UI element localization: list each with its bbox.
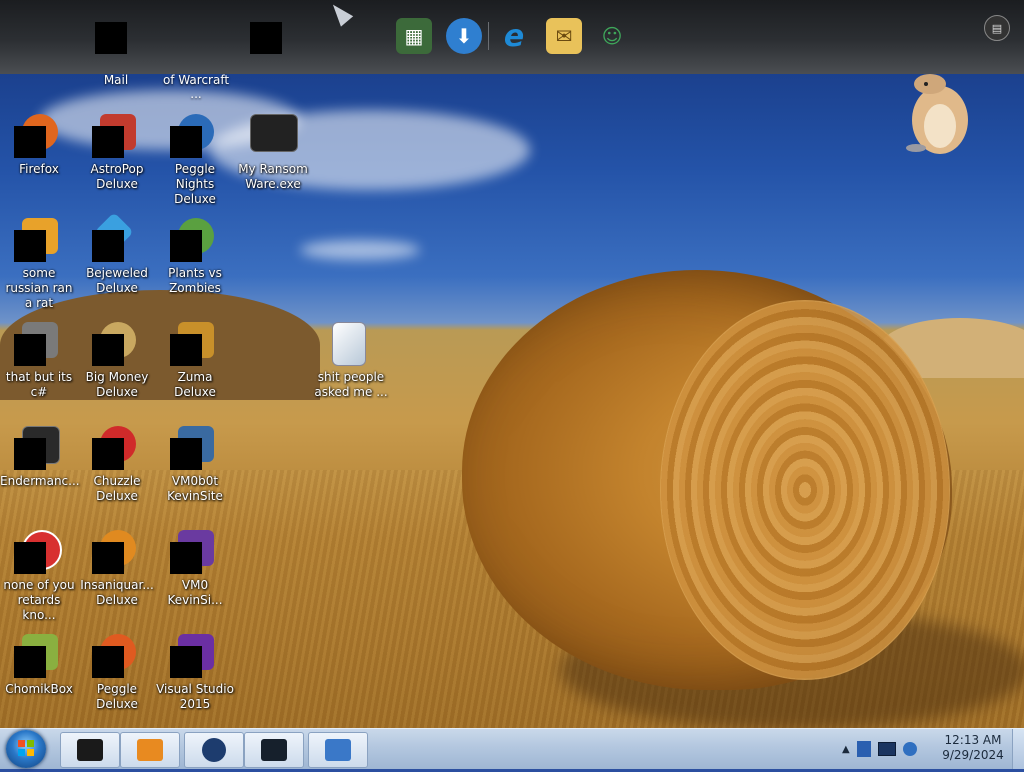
desktop-icon-label: AstroPop Deluxe (90, 162, 144, 191)
redacted-block (14, 542, 46, 574)
taskbar-globe[interactable] (184, 732, 244, 768)
desktop-icon-label: ChomikBox (5, 682, 73, 696)
desktop-icon-label: Insaniquar... Deluxe (80, 578, 154, 607)
desktop-icon-label: Peggle Deluxe (96, 682, 138, 711)
redacted-block (95, 22, 127, 54)
taskbar-media-player[interactable] (120, 732, 180, 768)
hamster-gadget-icon[interactable] (904, 70, 972, 156)
desktop-icon-label: My Ransom Ware.exe (238, 162, 308, 191)
desktop-icon-label: VM0b0t KevinSite (167, 474, 223, 503)
ghost-label-mail[interactable]: Mail (78, 73, 154, 87)
globe-icon (202, 738, 226, 762)
desktop-icon-astropop[interactable]: AstroPop Deluxe (78, 114, 156, 194)
desktop-icon-label: Endermanc... (0, 474, 80, 488)
desktop-icon-bejeweled[interactable]: Bejeweled Deluxe (78, 212, 156, 298)
redacted-block (250, 22, 282, 54)
desktop-icon-vm0b0t[interactable]: VM0b0t KevinSite (156, 426, 234, 506)
internet-explorer-icon[interactable]: e (496, 18, 532, 54)
desktop-icon-visual-studio[interactable]: Visual Studio 2015 (156, 634, 234, 714)
desktop-icon-peggle[interactable]: Peggle Deluxe (78, 634, 156, 714)
taskbar: ▲ 12:13 AM 9/29/2024 (0, 728, 1024, 769)
desktop-icon-label: shit people asked me ... (314, 370, 388, 399)
desktop-icon-label: some russian ran a rat (5, 266, 73, 310)
desktop-icon-russian-rat[interactable]: some russian ran a rat (0, 218, 78, 310)
desktop-icon-firefox[interactable]: Firefox (0, 114, 78, 194)
redacted-block (92, 126, 124, 158)
redacted-block (170, 126, 202, 158)
desktop-icon-label: Peggle Nights Deluxe (174, 162, 216, 206)
redacted-block (170, 230, 202, 262)
desktop-icon-label: Firefox (19, 162, 59, 176)
ie-download-icon[interactable]: ⬇ (446, 18, 482, 54)
cloud-shape (300, 240, 420, 260)
desktop-icon-pvz[interactable]: Plants vs Zombies (156, 218, 234, 298)
redacted-block (14, 646, 46, 678)
media-app-icon[interactable]: ▦ (396, 18, 432, 54)
keyboard-icon (325, 739, 351, 761)
desktop-icon-peggle-nights[interactable]: Peggle Nights Deluxe (156, 114, 234, 206)
top-dock: Mail of Warcraft ... ▦ ⬇ e ✉ ☺ ▤ (0, 0, 1024, 101)
console-app-icon (250, 114, 298, 152)
desktop-icon-label: that but its c# (5, 370, 73, 399)
desktop-icon-chuzzle[interactable]: Chuzzle Deluxe (78, 426, 156, 506)
desktop-icon-chomikbox[interactable]: ChomikBox (0, 634, 78, 714)
desktop-icon-label: none of you retards kno... (3, 578, 75, 622)
taskbar-app-black[interactable] (60, 732, 120, 768)
mail-envelope-icon[interactable]: ✉ (546, 18, 582, 54)
desktop-icon-label: Chuzzle Deluxe (93, 474, 141, 503)
desktop-icon-label: Big Money Deluxe (85, 370, 149, 399)
start-button[interactable] (6, 730, 46, 768)
redacted-block (170, 542, 202, 574)
desktop-icon-big-money[interactable]: Big Money Deluxe (78, 322, 156, 402)
display-icon[interactable] (877, 742, 896, 756)
desktop-icon-label: Zuma Deluxe (174, 370, 216, 399)
desktop-icon-endermanch[interactable]: Endermanc... (0, 426, 80, 506)
folder-document-icon (332, 322, 366, 366)
windows-logo-icon (18, 740, 34, 756)
hay-bale-face (660, 300, 950, 680)
dock-separator (488, 22, 489, 50)
desktop-icon-ransomware[interactable]: My Ransom Ware.exe (234, 114, 312, 194)
desktop-icon-label: VM0 KevinSi... (167, 578, 223, 607)
redacted-block (14, 126, 46, 158)
clock-time: 12:13 AM (944, 733, 1002, 747)
desktop-icon-zuma[interactable]: Zuma Deluxe (156, 322, 234, 402)
redacted-block (92, 334, 124, 366)
chevron-up-icon[interactable]: ▲ (842, 744, 850, 755)
clock-date: 9/29/2024 (942, 748, 1004, 762)
show-desktop-button[interactable] (1012, 729, 1024, 769)
desktop-icon-label: Plants vs Zombies (168, 266, 222, 295)
redacted-block (92, 646, 124, 678)
desktop-icon-vm0-kevinsite[interactable]: VM0 KevinSi... (156, 530, 234, 610)
messenger-people-icon[interactable]: ☺ (594, 18, 630, 54)
redacted-block (14, 230, 46, 262)
black-box-icon (77, 739, 103, 761)
ghost-label-warcraft[interactable]: of Warcraft ... (156, 73, 236, 101)
media-player-icon (137, 739, 163, 761)
desktop-icon-label: Visual Studio 2015 (156, 682, 234, 711)
redacted-block (92, 542, 124, 574)
desktop-icon-csharp[interactable]: that but its c# (0, 322, 78, 402)
network-icon[interactable] (902, 742, 917, 756)
redacted-block (92, 438, 124, 470)
desktop-icon-label: Bejeweled Deluxe (86, 266, 148, 295)
action-center-icon[interactable] (856, 741, 871, 757)
desktop-icon-insaniquarium[interactable]: Insaniquar... Deluxe (78, 530, 156, 610)
desktop-icon-shit-people[interactable]: shit people asked me ... (312, 322, 390, 402)
redacted-block (170, 334, 202, 366)
dock-menu-button[interactable]: ▤ (984, 15, 1010, 41)
desktop-icon-none-of-you[interactable]: none of you retards kno... (0, 530, 78, 622)
taskbar-keyboard[interactable] (308, 732, 368, 768)
redacted-block (170, 438, 202, 470)
clock[interactable]: 12:13 AM 9/29/2024 (938, 733, 1008, 763)
redacted-block (92, 230, 124, 262)
monitor-icon (261, 739, 287, 761)
redacted-block (14, 438, 46, 470)
system-tray: ▲ (842, 737, 917, 761)
redacted-block (14, 334, 46, 366)
redacted-block (170, 646, 202, 678)
taskbar-monitor[interactable] (244, 732, 304, 768)
